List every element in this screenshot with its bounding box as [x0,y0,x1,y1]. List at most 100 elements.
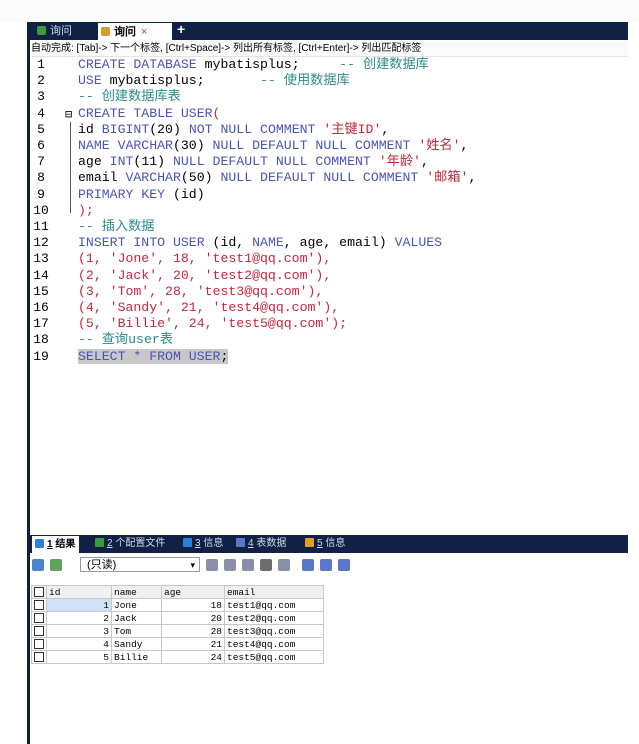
column-header-id[interactable]: id [46,585,112,599]
cell-id[interactable]: 4 [46,637,112,651]
result-grid[interactable]: id name age email 1 Jone 18 test1@qq.com 2 Ja… [31,585,324,664]
close-icon[interactable]: × [141,26,147,38]
readonly-select[interactable]: (只读) ▾ [80,557,200,572]
code-token: , [468,170,477,186]
cell-name[interactable]: Jack [111,611,162,625]
cell-age[interactable]: 21 [161,637,225,651]
select-all-checkbox[interactable] [31,585,47,599]
cell-email[interactable]: test4@qq.com [224,637,324,651]
line-number: 17 [33,316,49,332]
column-header-email[interactable]: email [224,585,324,599]
result-tab-label: 信息 [203,538,224,549]
form-mode-icon[interactable] [320,559,332,571]
fold-toggle-icon[interactable]: ⊟ [65,107,72,122]
code-line: (1, 'Jone', 18, 'test1@qq.com'), [78,251,331,267]
cell-id[interactable]: 2 [46,611,112,625]
code-line: PRIMARY KEY (id) [78,187,205,203]
cell-id[interactable]: 5 [46,650,112,664]
text-mode-icon[interactable] [338,559,350,571]
code-line: (4, 'Sandy', 21, 'test4@qq.com'), [78,300,339,316]
grid-view-icon[interactable] [32,559,44,571]
tab-query-1[interactable]: 询问 [34,22,72,40]
line-number: 7 [37,154,45,170]
table-row[interactable]: 5 Billie 24 test5@qq.com [31,650,324,664]
code-token: (id, [212,235,253,251]
row-checkbox[interactable] [31,637,47,651]
line-number: 11 [33,219,49,234]
table-row[interactable]: 2 Jack 20 test2@qq.com [31,611,324,625]
line-number: 5 [37,121,45,137]
result-tab-3[interactable]: 3 信息 [180,535,223,553]
code-line: (3, 'Tom', 28, 'test3@qq.com'), [78,284,323,300]
code-line: (5, 'Billie', 24, 'test5@qq.com'); [78,316,347,332]
cell-age[interactable]: 20 [161,611,225,625]
result-tab-number: 2 [107,538,113,549]
code-token: , [381,121,390,137]
row-checkbox[interactable] [31,598,47,612]
table-row[interactable]: 4 Sandy 21 test4@qq.com [31,637,324,651]
delete-icon[interactable] [260,559,272,571]
column-header-name[interactable]: name [111,585,162,599]
code-line: -- 查询user表 [78,332,173,348]
result-tab-2[interactable]: 2 个配置文件 [92,535,165,553]
code-token: INT [109,154,134,170]
cell-name[interactable]: Jone [111,598,162,612]
copy-icon[interactable] [224,559,236,571]
cell-email[interactable]: test5@qq.com [224,650,324,664]
result-tab-4[interactable]: 4 表数据 [233,535,286,553]
export-icon[interactable] [50,559,62,571]
result-tab-1[interactable]: 1 结果 [32,536,80,553]
code-token: NAME [252,235,284,251]
result-tab-5[interactable]: 5 信息 [302,535,345,553]
result-tab-number: 4 [248,538,254,549]
code-token: , 20, [157,267,205,283]
code-token: NULL DEFAULT NULL COMMENT [212,138,419,153]
code-token: id [78,121,102,137]
code-token: , [460,138,469,153]
code-token: 'Sandy' [109,300,166,315]
readonly-select-value: (只读) [87,559,117,571]
column-header-age[interactable]: age [161,585,225,599]
code-token: 'test4@qq.com' [212,300,324,315]
cell-email[interactable]: test3@qq.com [224,624,324,638]
code-line: USE mybatisplus; -- 使用数据库 [78,73,350,89]
result-tab-number: 1 [47,539,53,550]
row-checkbox[interactable] [31,611,47,625]
refresh-icon[interactable] [206,559,218,571]
result-tab-bar: 1 结果 2 个配置文件 3 信息 4 表数据 5 信息 [30,535,628,553]
code-token: (30) [172,138,213,153]
new-tab-button[interactable]: + [177,21,185,37]
row-checkbox[interactable] [31,650,47,664]
code-token: ), [315,251,332,267]
chevron-down-icon: ▾ [190,560,195,570]
line-number: 9 [37,186,45,202]
cell-name[interactable]: Billie [111,650,162,664]
cell-name[interactable]: Tom [111,624,162,638]
cell-age[interactable]: 18 [161,598,225,612]
result-tab-label: 结果 [55,539,76,550]
grid-mode-icon[interactable] [302,559,314,571]
line-number: 16 [33,300,49,315]
code-token: ; [291,57,340,72]
table-row[interactable]: 3 Tom 28 test3@qq.com [31,624,324,638]
row-checkbox[interactable] [31,624,47,638]
cell-email[interactable]: test1@qq.com [224,598,324,612]
code-token: age [78,154,110,170]
sql-editor[interactable]: 1 2 3 4 5 6 7 8 9 10 11 12 13 14 15 16 17 18 19 ⊟ CREATE D… [30,57,628,527]
cell-email[interactable]: test2@qq.com [224,611,324,625]
cell-age[interactable]: 28 [161,624,225,638]
paste-icon[interactable] [278,559,290,571]
cell-id[interactable]: 3 [46,624,112,638]
cell-age[interactable]: 24 [161,650,225,664]
code-token: -- 使用数据库 [260,73,350,89]
tab-query-2[interactable]: 询问 × [98,23,172,40]
code-line: email VARCHAR(50) NULL DEFAULT NULL COMM… [78,170,476,186]
query-tab-bar: 询问 询问 × + [30,21,628,40]
save-icon[interactable] [242,559,254,571]
code-token: (4, [78,300,110,315]
cell-name[interactable]: Sandy [111,637,162,651]
table-row[interactable]: 1 Jone 18 test1@qq.com [31,598,324,612]
result-tab-label: 个配置文件 [115,538,166,549]
cell-id[interactable]: 1 [46,598,112,612]
grid-header-row: id name age email [31,585,324,599]
